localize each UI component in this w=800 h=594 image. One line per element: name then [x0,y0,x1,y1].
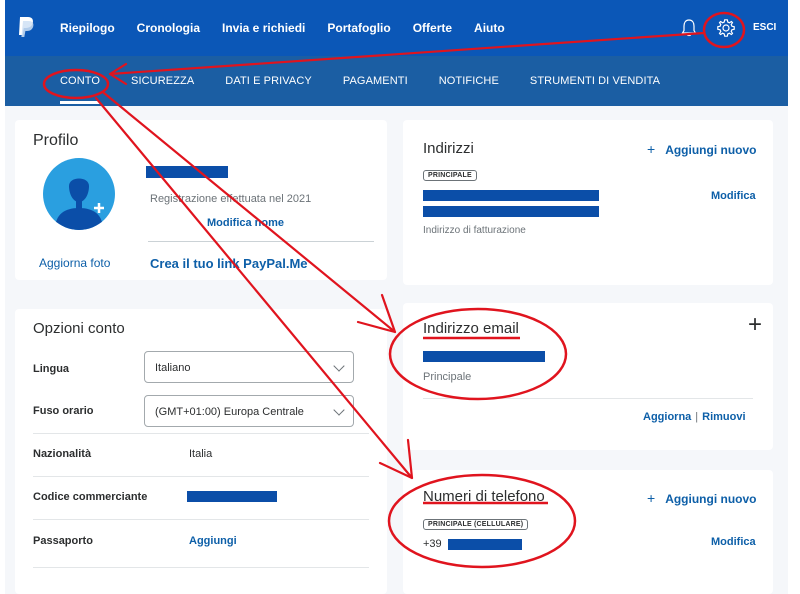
tab-strumenti-vendita[interactable]: STRUMENTI DI VENDITA [530,75,660,87]
language-label: Lingua [33,363,70,375]
remove-email-link[interactable]: Rimuovi [702,411,745,423]
separator: | [695,411,699,423]
top-navigation-bar: Riepilogo Cronologia Invia e richiedi Po… [5,0,788,56]
email-title: Indirizzo email [423,320,519,337]
profile-title: Profilo [33,132,79,149]
passport-label: Passaporto [33,535,93,547]
add-phone-label: Aggiungi nuovo [665,492,757,506]
redacted-name [146,166,228,178]
language-value: Italiano [155,362,191,374]
divider [33,567,369,568]
settings-subnav-bar: CONTO SICUREZZA DATI E PRIVACY PAGAMENTI… [5,56,788,106]
logout-button[interactable]: ESCI [753,22,776,33]
bell-icon[interactable] [680,18,698,38]
edit-phone-link[interactable]: Modifica [711,536,756,548]
phones-title: Numeri di telefono [423,488,545,505]
chevron-down-icon [333,360,345,372]
divider [33,476,369,477]
tab-conto[interactable]: CONTO [60,75,101,104]
nationality-label: Nazionalità [33,448,92,460]
settings-subnav: CONTO SICUREZZA DATI E PRIVACY PAGAMENTI… [60,56,691,106]
account-options-card: Opzioni conto Lingua Italiano Fuso orari… [15,309,387,594]
nav-riepilogo[interactable]: Riepilogo [60,21,115,35]
divider [423,398,753,399]
gear-icon[interactable] [716,18,736,38]
timezone-select[interactable]: (GMT+01:00) Europa Centrale [144,395,354,427]
addresses-title: Indirizzi [423,140,474,157]
edit-name-link[interactable]: Modifica nome [207,217,284,229]
language-select[interactable]: Italiano [144,351,354,383]
nav-invia-richiedi[interactable]: Invia e richiedi [222,21,305,35]
divider [33,519,369,520]
tab-dati-privacy[interactable]: DATI E PRIVACY [225,75,312,87]
chevron-down-icon [333,404,345,416]
options-title: Opzioni conto [33,320,125,337]
paypal-settings-page: Riepilogo Cronologia Invia e richiedi Po… [5,0,788,594]
tab-notifiche[interactable]: NOTIFICHE [439,75,499,87]
tab-sicurezza[interactable]: SICUREZZA [131,75,194,87]
paypal-logo-icon[interactable] [17,16,35,38]
divider [148,241,374,242]
email-card: Indirizzo email + Principale Aggiorna | Ri… [403,303,773,450]
primary-mobile-badge: PRINCIPALE (CELLULARE) [423,519,529,530]
email-primary-caption: Principale [423,371,472,383]
merchant-code-label: Codice commerciante [33,491,148,503]
update-photo-link[interactable]: Aggiorna foto [39,256,110,270]
timezone-label: Fuso orario [33,405,94,417]
paypalme-link[interactable]: Crea il tuo link PayPal.Me [150,256,308,271]
profile-card: Profilo Aggiorna foto Registrazione effe… [15,120,387,280]
timezone-value: (GMT+01:00) Europa Centrale [155,406,304,418]
add-passport-link[interactable]: Aggiungi [189,535,237,547]
plus-icon: + [647,141,656,157]
billing-address-caption: Indirizzo di fatturazione [423,225,526,236]
divider [33,433,369,434]
redacted-address-line [423,190,599,201]
plus-icon: + [647,490,656,506]
nav-portafoglio[interactable]: Portafoglio [327,21,390,35]
phones-card: Numeri di telefono + Aggiungi nuovo PRINC… [403,470,773,594]
nationality-value: Italia [189,448,213,460]
add-address-button[interactable]: + Aggiungi nuovo [647,141,757,157]
add-email-button[interactable]: + [748,311,762,339]
update-email-link[interactable]: Aggiorna [643,411,691,423]
nav-offerte[interactable]: Offerte [413,21,452,35]
tab-pagamenti[interactable]: PAGAMENTI [343,75,408,87]
add-phone-button[interactable]: + Aggiungi nuovo [647,490,757,506]
redacted-address-line [423,206,599,217]
redacted-phone-number [448,539,522,550]
avatar-add-icon[interactable] [43,158,115,230]
nav-aiuto[interactable]: Aiuto [474,21,505,35]
main-nav: Riepilogo Cronologia Invia e richiedi Po… [60,0,527,56]
phone-prefix: +39 [423,538,442,550]
primary-badge: PRINCIPALE [423,170,477,181]
addresses-card: Indirizzi + Aggiungi nuovo PRINCIPALE Mod… [403,120,773,285]
redacted-merchant-code [187,491,277,502]
edit-address-link[interactable]: Modifica [711,190,756,202]
redacted-email [423,351,545,362]
registration-text: Registrazione effettuata nel 2021 [150,193,312,205]
add-address-label: Aggiungi nuovo [665,143,757,157]
email-actions: Aggiorna | Rimuovi [643,411,746,423]
nav-cronologia[interactable]: Cronologia [137,21,200,35]
